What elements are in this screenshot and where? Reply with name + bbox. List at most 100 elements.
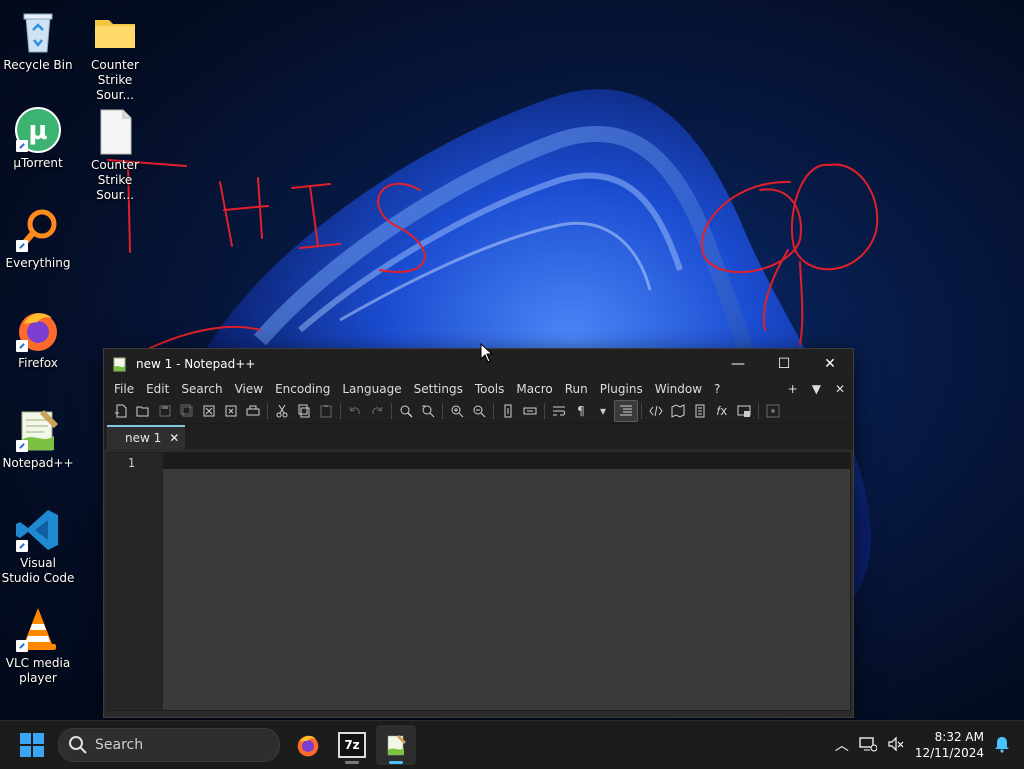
language-tags-icon[interactable] xyxy=(645,401,667,421)
shortcut-arrow-icon xyxy=(16,240,28,252)
desktop-icon-counter-strike-file[interactable]: Counter Strike Sour... xyxy=(77,108,153,203)
tab-close-icon[interactable]: ✕ xyxy=(169,431,179,445)
zoom-out-icon[interactable] xyxy=(468,401,490,421)
desktop-icon-label: Counter Strike Sour... xyxy=(91,158,139,202)
taskbar-app-7zip[interactable]: 7z xyxy=(332,725,372,765)
menu-help[interactable]: ? xyxy=(708,379,726,399)
menu-window[interactable]: Window xyxy=(649,379,708,399)
sync-vertical-scroll-icon[interactable] xyxy=(497,401,519,421)
desktop-icon-notepadpp[interactable]: Notepad++ xyxy=(0,406,76,471)
undo-icon[interactable] xyxy=(344,401,366,421)
menu-file[interactable]: File xyxy=(108,379,140,399)
blank-file-icon xyxy=(91,108,139,156)
7zip-label: 7z xyxy=(344,738,360,752)
menu-edit[interactable]: Edit xyxy=(140,379,175,399)
word-wrap-icon[interactable] xyxy=(548,401,570,421)
find-icon[interactable] xyxy=(395,401,417,421)
function-list-icon[interactable]: 𝑓x xyxy=(711,401,733,421)
desktop-icon-counter-strike-folder[interactable]: Counter Strike Sour... xyxy=(77,8,153,103)
folder-as-workspace-icon[interactable] xyxy=(733,401,755,421)
menu-settings[interactable]: Settings xyxy=(408,379,469,399)
network-icon[interactable] xyxy=(859,736,878,755)
clock[interactable]: 8:32 AM 12/11/2024 xyxy=(915,729,984,761)
minimize-button[interactable]: — xyxy=(715,349,761,379)
save-all-icon[interactable] xyxy=(176,401,198,421)
show-all-characters-icon[interactable]: ¶ xyxy=(570,401,592,421)
desktop-icon-vscode[interactable]: Visual Studio Code xyxy=(0,506,76,586)
close-document-button[interactable]: ✕ xyxy=(835,382,845,396)
toolbar-separator xyxy=(544,403,545,419)
notepadpp-window[interactable]: new 1 - Notepad++ — ☐ ✕ File Edit Search… xyxy=(103,348,854,718)
desktop-icon-utorrent[interactable]: µ µTorrent xyxy=(0,106,76,171)
toolbar-separator xyxy=(493,403,494,419)
search-placeholder: Search xyxy=(95,737,144,753)
tab-list-dropdown-button[interactable]: ▼ xyxy=(812,382,821,396)
menu-search[interactable]: Search xyxy=(175,379,228,399)
vscode-icon xyxy=(14,506,62,554)
utorrent-icon: µ xyxy=(14,106,62,154)
shortcut-arrow-icon xyxy=(16,340,28,352)
dropdown-arrow-icon[interactable]: ▾ xyxy=(592,401,614,421)
sync-horizontal-scroll-icon[interactable] xyxy=(519,401,541,421)
close-button[interactable]: ✕ xyxy=(807,349,853,379)
editor-area[interactable]: 1 xyxy=(107,452,851,711)
toolbar-separator xyxy=(442,403,443,419)
print-icon[interactable] xyxy=(242,401,264,421)
document-tab-bar: new 1 ✕ xyxy=(104,424,853,449)
monitoring-icon[interactable] xyxy=(762,401,784,421)
menu-run[interactable]: Run xyxy=(559,379,594,399)
menu-language[interactable]: Language xyxy=(336,379,407,399)
svg-text:µ: µ xyxy=(28,116,47,146)
taskbar-app-notepadpp[interactable] xyxy=(376,725,416,765)
toolbar-separator xyxy=(641,403,642,419)
menu-tools[interactable]: Tools xyxy=(469,379,511,399)
document-list-icon[interactable] xyxy=(689,401,711,421)
menu-encoding[interactable]: Encoding xyxy=(269,379,336,399)
firefox-icon xyxy=(14,306,62,354)
menu-macro[interactable]: Macro xyxy=(510,379,558,399)
desktop-icon-label: Counter Strike Sour... xyxy=(91,58,139,102)
desktop-icon-firefox[interactable]: Firefox xyxy=(0,306,76,371)
start-button-windows-icon[interactable] xyxy=(20,733,44,757)
new-tab-button[interactable]: + xyxy=(788,382,798,396)
maximize-button[interactable]: ☐ xyxy=(761,349,807,379)
zoom-in-icon[interactable] xyxy=(446,401,468,421)
desktop-icon-label: Firefox xyxy=(18,356,58,370)
replace-icon[interactable] xyxy=(417,401,439,421)
taskbar-search-box[interactable]: Search xyxy=(58,728,280,762)
desktop-icon-vlc[interactable]: VLC media player xyxy=(0,606,76,686)
shortcut-arrow-icon xyxy=(16,140,28,152)
folder-icon xyxy=(91,8,139,56)
redo-icon[interactable] xyxy=(366,401,388,421)
taskbar: Search 7z ︿ 8:32 AM 12/11/2024 xyxy=(0,720,1024,769)
volume-muted-icon[interactable] xyxy=(887,736,905,755)
notification-bell-icon[interactable] xyxy=(994,735,1010,756)
toolbar-separator xyxy=(340,403,341,419)
firefox-icon xyxy=(297,735,319,757)
tab-new-1[interactable]: new 1 ✕ xyxy=(107,425,186,449)
show-hidden-icons-chevron-icon[interactable]: ︿ xyxy=(835,735,849,755)
indent-guide-icon[interactable] xyxy=(614,400,638,422)
notepadpp-icon xyxy=(387,735,406,756)
close-all-icon[interactable] xyxy=(220,401,242,421)
menu-plugins[interactable]: Plugins xyxy=(594,379,649,399)
cut-icon[interactable] xyxy=(271,401,293,421)
copy-icon[interactable] xyxy=(293,401,315,421)
new-file-icon[interactable] xyxy=(110,401,132,421)
clock-date: 12/11/2024 xyxy=(914,746,984,760)
everything-search-icon xyxy=(14,206,62,254)
desktop-icon-label: Recycle Bin xyxy=(3,58,73,72)
open-file-icon[interactable] xyxy=(132,401,154,421)
save-icon[interactable] xyxy=(154,401,176,421)
window-title: new 1 - Notepad++ xyxy=(136,357,256,371)
taskbar-app-firefox[interactable] xyxy=(288,725,328,765)
desktop-icon-label: µTorrent xyxy=(13,156,63,170)
toolbar-separator xyxy=(758,403,759,419)
window-title-bar[interactable]: new 1 - Notepad++ — ☐ ✕ xyxy=(104,349,853,379)
menu-view[interactable]: View xyxy=(229,379,269,399)
desktop-icon-everything[interactable]: Everything xyxy=(0,206,76,271)
close-file-icon[interactable] xyxy=(198,401,220,421)
paste-icon[interactable] xyxy=(315,401,337,421)
document-map-icon[interactable] xyxy=(667,401,689,421)
desktop-icon-recycle-bin[interactable]: Recycle Bin xyxy=(0,8,76,73)
